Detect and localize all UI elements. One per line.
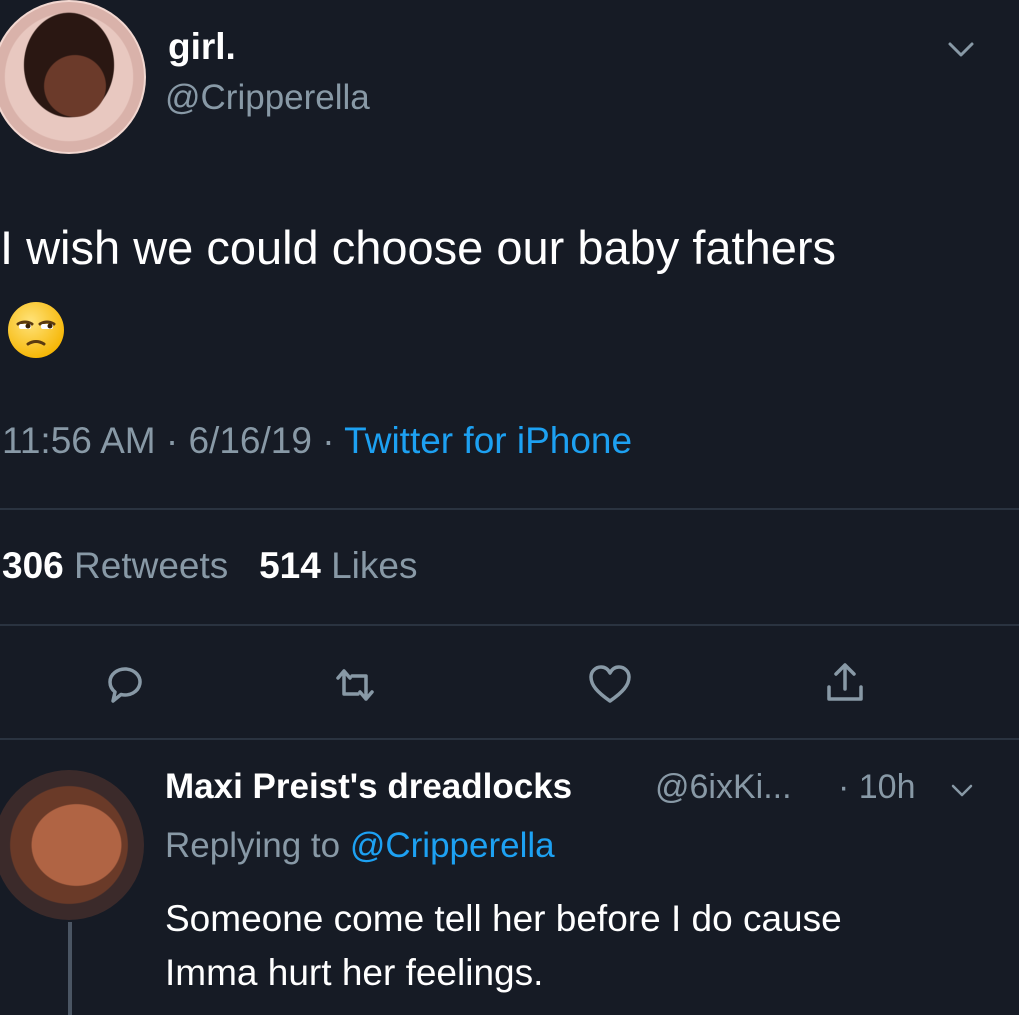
tweet-time: 11:56 AM <box>2 420 156 461</box>
replying-mention-link[interactable]: @Cripperella <box>350 826 555 865</box>
reply-icon[interactable] <box>100 658 150 708</box>
chevron-down-icon[interactable] <box>946 36 976 62</box>
reply-text-line: Imma hurt her feelings. <box>165 952 544 993</box>
reply-display-name[interactable]: Maxi Preist's dreadlocks <box>165 767 572 807</box>
divider <box>0 738 1019 740</box>
display-name[interactable]: girl. <box>168 26 236 68</box>
avatar[interactable] <box>0 0 146 154</box>
replying-prefix: Replying to <box>165 826 341 865</box>
tweet-stats: 306 Retweets 514 Likes <box>2 545 418 587</box>
replying-to: Replying to @Cripperella <box>165 826 555 866</box>
likes-label[interactable]: Likes <box>331 545 417 586</box>
tweet-date: 6/16/19 <box>188 420 312 461</box>
user-handle[interactable]: @Cripperella <box>165 78 370 118</box>
retweets-label[interactable]: Retweets <box>74 545 228 586</box>
reply-text: Someone come tell her before I do cause … <box>165 892 1005 1000</box>
meta-separator: · <box>322 420 335 461</box>
divider <box>0 624 1019 626</box>
reply-user-handle[interactable]: @6ixKi... <box>655 768 792 807</box>
tweet-meta: 11:56 AM · 6/16/19 · Twitter for iPhone <box>2 420 632 462</box>
chevron-down-icon[interactable] <box>950 780 974 800</box>
divider <box>0 508 1019 510</box>
retweets-count[interactable]: 306 <box>2 545 64 586</box>
likes-count[interactable]: 514 <box>259 545 321 586</box>
unamused-face-icon <box>8 302 64 358</box>
retweet-icon[interactable] <box>330 660 380 710</box>
reply-avatar[interactable] <box>0 770 144 920</box>
meta-separator: · <box>165 420 179 461</box>
share-icon[interactable] <box>820 657 870 707</box>
reply-time: · 10h <box>838 768 916 806</box>
tweet-source-link[interactable]: Twitter for iPhone <box>344 420 632 461</box>
reply-text-line: Someone come tell her before I do cause <box>165 898 842 939</box>
tweet-text: I wish we could choose our baby fathers <box>0 221 837 274</box>
like-icon[interactable] <box>585 660 635 710</box>
thread-line <box>68 922 72 1015</box>
